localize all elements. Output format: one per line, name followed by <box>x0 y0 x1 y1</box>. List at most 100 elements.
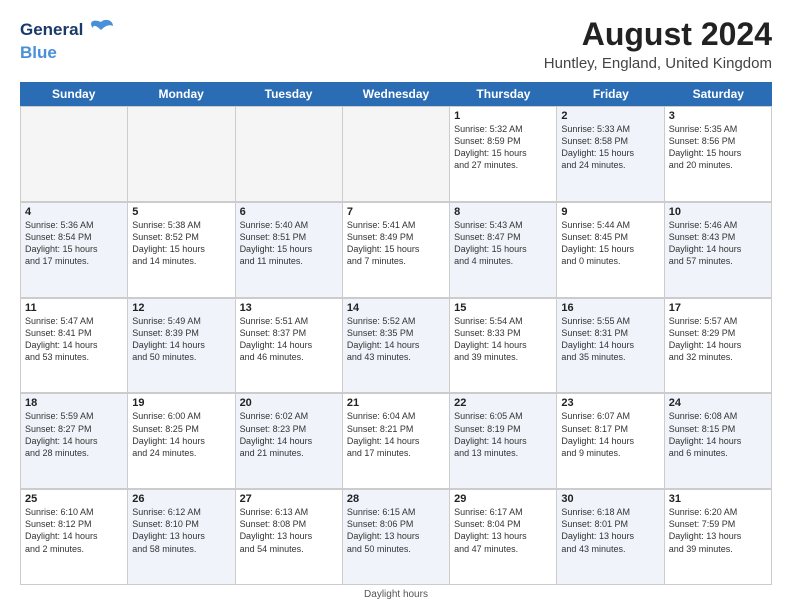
calendar-cell-27: 27Sunrise: 6:13 AM Sunset: 8:08 PM Dayli… <box>236 490 343 585</box>
day-number: 15 <box>454 302 552 314</box>
cell-info: Sunrise: 5:59 AM Sunset: 8:27 PM Dayligh… <box>25 410 123 459</box>
calendar-cell-18: 18Sunrise: 5:59 AM Sunset: 8:27 PM Dayli… <box>21 394 128 489</box>
day-number: 31 <box>669 493 767 505</box>
calendar-header: SundayMondayTuesdayWednesdayThursdayFrid… <box>20 82 772 106</box>
page-header: General Blue August 2024 Huntley, Englan… <box>20 16 772 72</box>
logo-text-general: General <box>20 21 83 40</box>
cell-info: Sunrise: 5:44 AM Sunset: 8:45 PM Dayligh… <box>561 219 659 268</box>
calendar-cell-empty <box>236 107 343 202</box>
calendar-cell-24: 24Sunrise: 6:08 AM Sunset: 8:15 PM Dayli… <box>665 394 772 489</box>
calendar-cell-7: 7Sunrise: 5:41 AM Sunset: 8:49 PM Daylig… <box>343 203 450 298</box>
cell-info: Sunrise: 5:57 AM Sunset: 8:29 PM Dayligh… <box>669 315 767 364</box>
calendar: SundayMondayTuesdayWednesdayThursdayFrid… <box>20 82 772 585</box>
calendar-cell-28: 28Sunrise: 6:15 AM Sunset: 8:06 PM Dayli… <box>343 490 450 585</box>
day-number: 21 <box>347 397 445 409</box>
cell-info: Sunrise: 5:35 AM Sunset: 8:56 PM Dayligh… <box>669 123 767 172</box>
day-number: 4 <box>25 206 123 218</box>
calendar-cell-4: 4Sunrise: 5:36 AM Sunset: 8:54 PM Daylig… <box>21 203 128 298</box>
cell-info: Sunrise: 5:40 AM Sunset: 8:51 PM Dayligh… <box>240 219 338 268</box>
weekday-header-saturday: Saturday <box>665 82 772 106</box>
day-number: 8 <box>454 206 552 218</box>
cell-info: Sunrise: 5:47 AM Sunset: 8:41 PM Dayligh… <box>25 315 123 364</box>
weekday-header-sunday: Sunday <box>20 82 127 106</box>
calendar-row-4: 18Sunrise: 5:59 AM Sunset: 8:27 PM Dayli… <box>20 393 772 489</box>
calendar-cell-25: 25Sunrise: 6:10 AM Sunset: 8:12 PM Dayli… <box>21 490 128 585</box>
logo-bird-icon <box>87 16 115 44</box>
calendar-cell-9: 9Sunrise: 5:44 AM Sunset: 8:45 PM Daylig… <box>557 203 664 298</box>
calendar-cell-5: 5Sunrise: 5:38 AM Sunset: 8:52 PM Daylig… <box>128 203 235 298</box>
calendar-cell-23: 23Sunrise: 6:07 AM Sunset: 8:17 PM Dayli… <box>557 394 664 489</box>
day-number: 19 <box>132 397 230 409</box>
day-number: 25 <box>25 493 123 505</box>
calendar-cell-17: 17Sunrise: 5:57 AM Sunset: 8:29 PM Dayli… <box>665 299 772 394</box>
weekday-header-tuesday: Tuesday <box>235 82 342 106</box>
calendar-cell-empty <box>21 107 128 202</box>
calendar-cell-20: 20Sunrise: 6:02 AM Sunset: 8:23 PM Dayli… <box>236 394 343 489</box>
day-number: 18 <box>25 397 123 409</box>
logo-text-blue: Blue <box>20 44 115 63</box>
weekday-header-thursday: Thursday <box>450 82 557 106</box>
calendar-cell-3: 3Sunrise: 5:35 AM Sunset: 8:56 PM Daylig… <box>665 107 772 202</box>
calendar-cell-13: 13Sunrise: 5:51 AM Sunset: 8:37 PM Dayli… <box>236 299 343 394</box>
day-number: 9 <box>561 206 659 218</box>
day-number: 14 <box>347 302 445 314</box>
day-number: 28 <box>347 493 445 505</box>
cell-info: Sunrise: 5:38 AM Sunset: 8:52 PM Dayligh… <box>132 219 230 268</box>
cell-info: Sunrise: 6:12 AM Sunset: 8:10 PM Dayligh… <box>132 506 230 555</box>
cell-info: Sunrise: 5:55 AM Sunset: 8:31 PM Dayligh… <box>561 315 659 364</box>
footer-note: Daylight hours <box>20 589 772 600</box>
calendar-cell-empty <box>128 107 235 202</box>
calendar-cell-15: 15Sunrise: 5:54 AM Sunset: 8:33 PM Dayli… <box>450 299 557 394</box>
day-number: 7 <box>347 206 445 218</box>
calendar-row-3: 11Sunrise: 5:47 AM Sunset: 8:41 PM Dayli… <box>20 298 772 394</box>
calendar-cell-19: 19Sunrise: 6:00 AM Sunset: 8:25 PM Dayli… <box>128 394 235 489</box>
cell-info: Sunrise: 5:32 AM Sunset: 8:59 PM Dayligh… <box>454 123 552 172</box>
calendar-cell-1: 1Sunrise: 5:32 AM Sunset: 8:59 PM Daylig… <box>450 107 557 202</box>
day-number: 12 <box>132 302 230 314</box>
calendar-cell-empty <box>343 107 450 202</box>
day-number: 22 <box>454 397 552 409</box>
calendar-cell-8: 8Sunrise: 5:43 AM Sunset: 8:47 PM Daylig… <box>450 203 557 298</box>
cell-info: Sunrise: 5:33 AM Sunset: 8:58 PM Dayligh… <box>561 123 659 172</box>
calendar-cell-16: 16Sunrise: 5:55 AM Sunset: 8:31 PM Dayli… <box>557 299 664 394</box>
calendar-cell-2: 2Sunrise: 5:33 AM Sunset: 8:58 PM Daylig… <box>557 107 664 202</box>
day-number: 2 <box>561 110 659 122</box>
cell-info: Sunrise: 6:04 AM Sunset: 8:21 PM Dayligh… <box>347 410 445 459</box>
calendar-cell-22: 22Sunrise: 6:05 AM Sunset: 8:19 PM Dayli… <box>450 394 557 489</box>
calendar-cell-31: 31Sunrise: 6:20 AM Sunset: 7:59 PM Dayli… <box>665 490 772 585</box>
cell-info: Sunrise: 6:10 AM Sunset: 8:12 PM Dayligh… <box>25 506 123 555</box>
weekday-header-monday: Monday <box>127 82 234 106</box>
cell-info: Sunrise: 6:02 AM Sunset: 8:23 PM Dayligh… <box>240 410 338 459</box>
cell-info: Sunrise: 6:20 AM Sunset: 7:59 PM Dayligh… <box>669 506 767 555</box>
cell-info: Sunrise: 5:41 AM Sunset: 8:49 PM Dayligh… <box>347 219 445 268</box>
day-number: 13 <box>240 302 338 314</box>
calendar-row-5: 25Sunrise: 6:10 AM Sunset: 8:12 PM Dayli… <box>20 489 772 585</box>
cell-info: Sunrise: 5:36 AM Sunset: 8:54 PM Dayligh… <box>25 219 123 268</box>
title-area: August 2024 Huntley, England, United Kin… <box>544 16 772 72</box>
day-number: 20 <box>240 397 338 409</box>
day-number: 29 <box>454 493 552 505</box>
calendar-cell-14: 14Sunrise: 5:52 AM Sunset: 8:35 PM Dayli… <box>343 299 450 394</box>
calendar-body: 1Sunrise: 5:32 AM Sunset: 8:59 PM Daylig… <box>20 106 772 585</box>
day-number: 27 <box>240 493 338 505</box>
calendar-cell-30: 30Sunrise: 6:18 AM Sunset: 8:01 PM Dayli… <box>557 490 664 585</box>
calendar-row-1: 1Sunrise: 5:32 AM Sunset: 8:59 PM Daylig… <box>20 106 772 202</box>
calendar-cell-6: 6Sunrise: 5:40 AM Sunset: 8:51 PM Daylig… <box>236 203 343 298</box>
calendar-cell-11: 11Sunrise: 5:47 AM Sunset: 8:41 PM Dayli… <box>21 299 128 394</box>
cell-info: Sunrise: 6:00 AM Sunset: 8:25 PM Dayligh… <box>132 410 230 459</box>
day-number: 17 <box>669 302 767 314</box>
day-number: 1 <box>454 110 552 122</box>
cell-info: Sunrise: 5:52 AM Sunset: 8:35 PM Dayligh… <box>347 315 445 364</box>
cell-info: Sunrise: 6:13 AM Sunset: 8:08 PM Dayligh… <box>240 506 338 555</box>
cell-info: Sunrise: 6:15 AM Sunset: 8:06 PM Dayligh… <box>347 506 445 555</box>
weekday-header-friday: Friday <box>557 82 664 106</box>
location: Huntley, England, United Kingdom <box>544 55 772 72</box>
day-number: 23 <box>561 397 659 409</box>
cell-info: Sunrise: 5:54 AM Sunset: 8:33 PM Dayligh… <box>454 315 552 364</box>
day-number: 3 <box>669 110 767 122</box>
day-number: 10 <box>669 206 767 218</box>
calendar-row-2: 4Sunrise: 5:36 AM Sunset: 8:54 PM Daylig… <box>20 202 772 298</box>
day-number: 11 <box>25 302 123 314</box>
day-number: 6 <box>240 206 338 218</box>
day-number: 5 <box>132 206 230 218</box>
